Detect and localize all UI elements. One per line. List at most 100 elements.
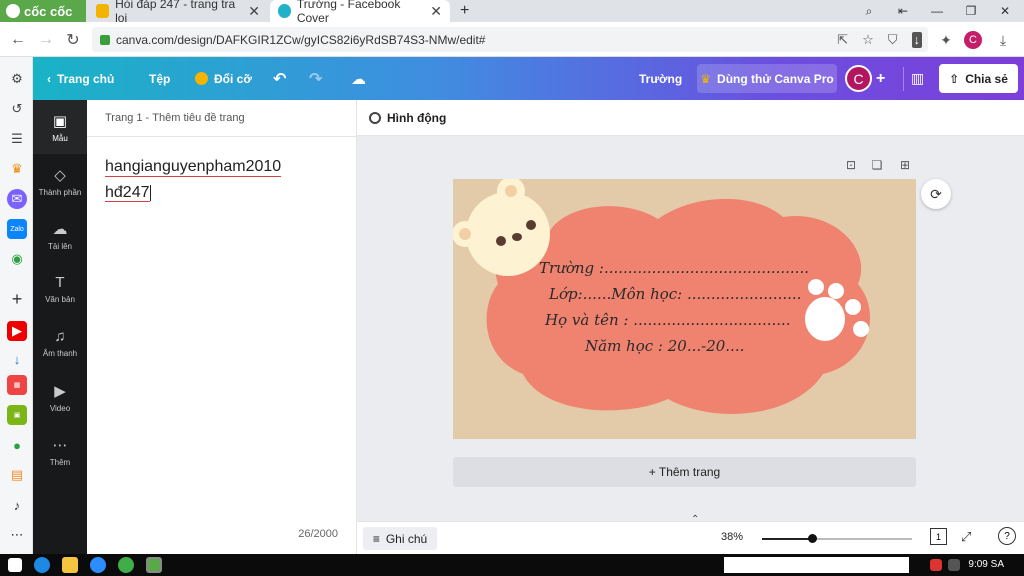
undo-icon[interactable]: ↶: [273, 57, 286, 100]
animate-button[interactable]: Hình động: [387, 111, 446, 125]
windows-start-icon[interactable]: [8, 558, 22, 572]
settings-gear-icon[interactable]: ⚙: [7, 69, 27, 89]
add-page-icon[interactable]: ⊞: [897, 157, 913, 173]
more-dots-icon[interactable]: ⋯: [7, 525, 27, 545]
close-icon[interactable]: ✕: [248, 3, 260, 20]
try-canva-pro-button[interactable]: ♛ Dùng thử Canva Pro: [697, 64, 837, 93]
window-close-icon[interactable]: ✕: [988, 0, 1022, 22]
notes-label: Ghi chú: [385, 531, 428, 546]
tab-search-icon[interactable]: ⌕: [852, 0, 886, 22]
gamepad-icon[interactable]: ◉: [7, 249, 27, 269]
zoom-level[interactable]: 38%: [721, 531, 743, 543]
calendar-icon[interactable]: ▦: [7, 375, 27, 395]
crown-icon[interactable]: ♛: [7, 159, 27, 179]
zoom-slider-handle[interactable]: [808, 534, 817, 543]
extensions-puzzle-icon[interactable]: ✦: [936, 30, 956, 50]
rail-label: Văn bản: [45, 295, 75, 304]
url-bar[interactable]: canva.com/design/DAFKGIR1ZCw/gyICS82i6yR…: [92, 27, 928, 52]
zoom-app-icon[interactable]: [90, 557, 106, 573]
reading-list-icon[interactable]: ☰: [7, 129, 27, 149]
new-tab-button[interactable]: +: [452, 0, 474, 22]
zalo-icon[interactable]: Zalo: [7, 219, 27, 239]
avatar-initial: C: [853, 70, 864, 87]
text-icon: T: [55, 274, 65, 291]
design-page[interactable]: Trường :................................…: [453, 179, 916, 439]
rail-item-more[interactable]: ⋯ Thêm: [33, 424, 87, 478]
shop-icon[interactable]: ▤: [7, 465, 27, 485]
coccoc-taskbar-icon[interactable]: [146, 557, 162, 573]
insights-chart-icon[interactable]: ▥: [911, 57, 924, 100]
design-title[interactable]: Trường: [639, 57, 682, 100]
forward-arrow-icon[interactable]: →: [36, 30, 56, 50]
comment-refresh-icon[interactable]: ⟳: [921, 179, 951, 209]
profile-avatar[interactable]: C: [963, 30, 983, 50]
restore-icon[interactable]: ❐: [954, 0, 988, 22]
share-page-icon[interactable]: ⇱: [837, 32, 848, 48]
edge-icon[interactable]: [34, 557, 50, 573]
note-text-line-2[interactable]: hđ247: [105, 184, 151, 202]
upload-icon: ☁: [52, 220, 68, 238]
taskbar-app-icon[interactable]: [118, 557, 134, 573]
reload-icon[interactable]: ↻: [63, 30, 83, 50]
bookmark-star-icon[interactable]: ☆: [862, 32, 874, 48]
tray-keyboard-icon[interactable]: [948, 559, 960, 571]
note-text-line-1[interactable]: hangianguyenpham2010: [105, 158, 282, 177]
close-icon[interactable]: ✕: [430, 3, 442, 20]
file-explorer-icon[interactable]: [62, 557, 78, 573]
history-icon[interactable]: ↺: [7, 99, 27, 119]
add-page-button[interactable]: + Thêm trang: [453, 457, 916, 487]
home-button[interactable]: ‹ Trang chủ: [47, 57, 114, 100]
tray-v-icon[interactable]: [930, 559, 942, 571]
cloud-save-icon[interactable]: ☁: [351, 57, 366, 100]
crown-icon: ♛: [700, 71, 712, 86]
resize-label: Đổi cỡ: [214, 71, 252, 86]
download-page-icon[interactable]: ↓: [911, 31, 922, 48]
rail-item-text[interactable]: T Văn bản: [33, 262, 87, 316]
download-sidebar-icon[interactable]: ↓: [7, 349, 27, 369]
minimize-icon[interactable]: —: [920, 0, 954, 22]
notification-bell-icon[interactable]: ♪: [7, 495, 27, 515]
help-icon[interactable]: ?: [998, 527, 1016, 545]
messenger-icon[interactable]: ✉: [7, 189, 27, 209]
tab-hoidap[interactable]: Hỏi đáp 247 - trang tra loi ✕: [88, 0, 268, 25]
page-count-icon[interactable]: 1: [930, 528, 947, 545]
back-arrow-icon[interactable]: ←: [8, 30, 28, 50]
browser-logo[interactable]: cốc cốc: [0, 0, 86, 22]
back-history-icon[interactable]: ⇤: [886, 0, 920, 22]
add-collaborator-icon[interactable]: +: [876, 57, 885, 100]
notes-button[interactable]: ≡ Ghi chú: [363, 527, 437, 550]
shield-icon[interactable]: ⛉: [888, 32, 898, 48]
system-clock[interactable]: 9:09 SA: [968, 559, 1004, 570]
character-counter: 26/2000: [298, 528, 338, 540]
share-button[interactable]: ⇧ Chia sẻ: [939, 64, 1018, 93]
tab-canva[interactable]: Trường - Facebook Cover ✕: [270, 0, 450, 25]
user-avatar[interactable]: C: [845, 65, 872, 92]
notes-panel: Trang 1 - Thêm tiêu đề trang hangianguye…: [87, 100, 357, 554]
game-app-icon[interactable]: ▣: [7, 405, 27, 425]
file-menu-button[interactable]: Tệp: [149, 57, 170, 100]
plus-icon: +: [460, 2, 470, 19]
rail-label: Video: [49, 403, 71, 413]
windows-taskbar: 9:09 SA: [0, 554, 1024, 576]
url-text[interactable]: canva.com/design/DAFKGIR1ZCw/gyICS82i6yR…: [116, 33, 485, 47]
taskbar-search-box[interactable]: [724, 557, 909, 573]
resize-button[interactable]: Đổi cỡ: [195, 57, 252, 100]
zoom-slider[interactable]: [762, 534, 912, 543]
rail-item-audio[interactable]: ♫ Âm thanh: [33, 316, 87, 370]
rail-item-uploads[interactable]: ☁ Tải lên: [33, 208, 87, 262]
redo-icon[interactable]: ↷: [309, 57, 322, 100]
rail-item-elements[interactable]: ◇ Thành phần: [33, 154, 87, 208]
chat-icon[interactable]: ●: [7, 435, 27, 455]
editor-toolbar: Hình động: [357, 100, 1024, 136]
fullscreen-icon[interactable]: ⤢: [961, 529, 971, 545]
youtube-icon[interactable]: ▶: [7, 321, 27, 341]
downloads-icon[interactable]: ⤓: [993, 30, 1013, 50]
lock-page-icon[interactable]: ⊡: [843, 157, 859, 173]
page-title-placeholder[interactable]: Thêm tiêu đề trang: [152, 112, 244, 124]
add-sidebar-app-icon[interactable]: +: [7, 289, 27, 309]
page-heading: Trang 1 - Thêm tiêu đề trang: [87, 100, 357, 137]
rail-item-video[interactable]: ▶ Video: [33, 370, 87, 424]
duplicate-page-icon[interactable]: ❏: [869, 157, 885, 173]
zoom-slider-fill: [762, 538, 812, 540]
rail-item-templates[interactable]: ▣ Mẫu: [33, 100, 87, 154]
